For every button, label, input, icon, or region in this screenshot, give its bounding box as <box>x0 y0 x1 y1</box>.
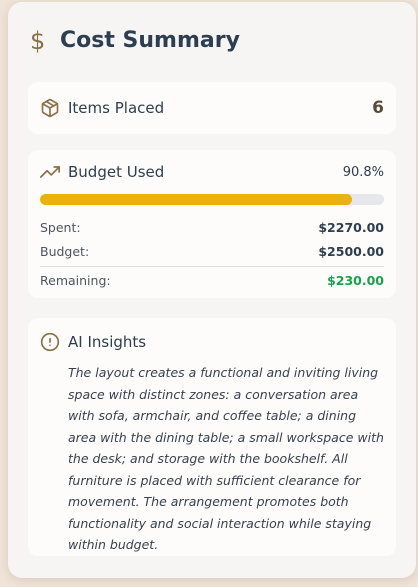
alert-circle-icon <box>40 332 60 352</box>
budget-row: Budget: $2500.00 <box>40 244 384 259</box>
budget-progress-bar <box>40 194 384 205</box>
dollar-sign-icon: $ <box>30 27 46 55</box>
remaining-value: $230.00 <box>327 273 384 288</box>
remaining-row: Remaining: $230.00 <box>40 273 384 288</box>
budget-progress-fill <box>40 194 353 205</box>
remaining-label: Remaining: <box>40 273 111 288</box>
ai-insights-title: AI Insights <box>68 333 147 351</box>
cost-summary-panel: $ Cost Summary Items Placed 6 Budget Use… <box>8 2 416 578</box>
spent-row: Spent: $2270.00 <box>40 220 384 235</box>
panel-header: $ Cost Summary <box>30 26 240 56</box>
trending-up-icon <box>40 166 60 178</box>
budget-used-percent: 90.8% <box>342 164 384 180</box>
items-placed-count: 6 <box>372 98 384 118</box>
panel-title: Cost Summary <box>60 28 240 53</box>
package-icon <box>41 98 59 118</box>
ai-insights-card: AI Insights The layout creates a functio… <box>28 318 396 556</box>
spent-value: $2270.00 <box>318 220 384 235</box>
ai-insights-text: The layout creates a functional and invi… <box>68 365 384 552</box>
items-placed-label: Items Placed <box>68 99 165 117</box>
budget-used-label: Budget Used <box>68 163 165 181</box>
budget-value: $2500.00 <box>318 244 384 259</box>
budget-label: Budget: <box>40 244 90 259</box>
spent-label: Spent: <box>40 220 81 235</box>
budget-card: Budget Used 90.8% Spent: $2270.00 Budget… <box>28 150 396 298</box>
items-placed-card: Items Placed 6 <box>28 82 396 134</box>
divider <box>40 266 384 267</box>
